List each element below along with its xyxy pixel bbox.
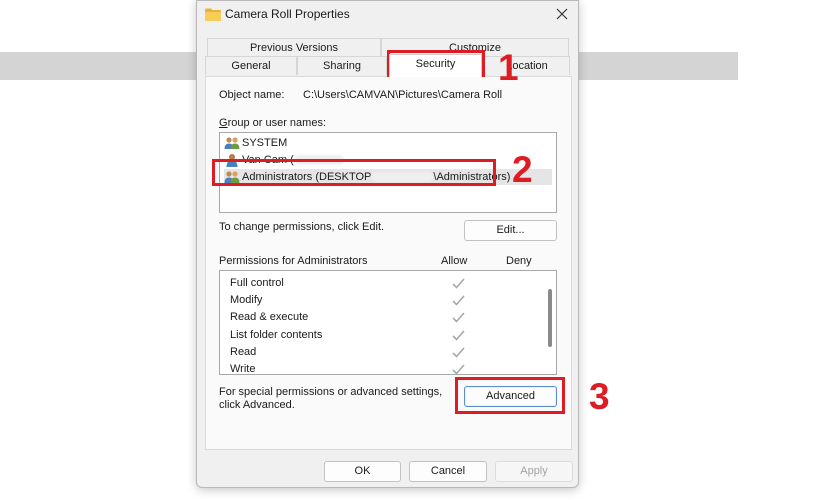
list-item-label-text: Van Cam ( <box>242 154 294 166</box>
permission-row-modify: Modify <box>230 292 530 309</box>
permission-label: Read & execute <box>230 311 309 323</box>
redacted-blur <box>293 155 344 166</box>
tab-label: Security <box>415 58 456 70</box>
tab-general[interactable]: General <box>205 56 297 75</box>
list-item-administrators[interactable]: Administrators (DESKTOP \Administrators) <box>224 169 552 185</box>
permissions-scrollbar[interactable] <box>548 289 552 347</box>
callout-number-3: 3 <box>589 376 610 417</box>
permission-label: Full control <box>230 277 284 289</box>
tab-sharing[interactable]: Sharing <box>297 56 387 75</box>
security-panel: Object name: C:\Users\CAMVAN\Pictures\Ca… <box>205 76 572 450</box>
tab-previous-versions[interactable]: Previous Versions <box>207 38 381 57</box>
permission-row-read: Read <box>230 344 530 361</box>
list-item-label: SYSTEM <box>242 137 288 149</box>
permissions-label: Permissions for Administrators <box>219 255 368 267</box>
permissions-list[interactable]: Full control Modify Read & execute List … <box>219 270 557 375</box>
callout-number-2: 2 <box>512 149 533 190</box>
properties-dialog: Camera Roll Properties Previous Versions… <box>196 0 579 488</box>
close-button[interactable] <box>550 3 574 25</box>
group-names-label-text: roup or user names: <box>227 117 326 129</box>
check-icon <box>452 347 465 358</box>
advanced-button[interactable]: Advanced <box>464 386 557 407</box>
list-item-label: Van Cam ( <box>242 152 344 168</box>
cancel-button-label: Cancel <box>430 465 466 477</box>
edit-button[interactable]: Edit... <box>464 220 557 241</box>
title-bar: Camera Roll Properties <box>197 1 578 29</box>
check-icon <box>452 278 465 289</box>
deny-column-header: Deny <box>506 255 532 267</box>
allow-column-header: Allow <box>441 255 468 267</box>
special-permissions-line2: click Advanced. <box>219 399 295 411</box>
list-item-system[interactable]: SYSTEM <box>224 135 552 151</box>
group-names-label: Group or user names: <box>219 117 326 129</box>
ok-button[interactable]: OK <box>324 461 401 482</box>
check-icon <box>452 312 465 323</box>
list-item-label: Administrators (DESKTOP \Administrators) <box>242 169 510 185</box>
window-title: Camera Roll Properties <box>225 7 350 21</box>
check-icon <box>452 330 465 341</box>
object-name-value: C:\Users\CAMVAN\Pictures\Camera Roll <box>303 89 503 101</box>
tab-label: Customize <box>449 42 501 54</box>
permission-row-full-control: Full control <box>230 275 530 292</box>
permission-label: Read <box>230 346 257 358</box>
redacted-blur <box>371 172 434 183</box>
special-permissions-line1: For special permissions or advanced sett… <box>219 386 443 398</box>
change-permissions-hint: To change permissions, click Edit. <box>219 221 385 233</box>
users-group-icon <box>224 171 240 183</box>
permission-label: Modify <box>230 294 263 306</box>
cancel-button[interactable]: Cancel <box>409 461 487 482</box>
tab-location[interactable]: Location <box>484 56 570 75</box>
users-group-icon <box>224 137 240 149</box>
apply-button-label: Apply <box>520 465 548 477</box>
tab-security[interactable]: Security <box>389 54 482 77</box>
callout-number-1: 1 <box>498 47 519 88</box>
user-icon <box>226 154 238 167</box>
permission-row-list-folder: List folder contents <box>230 327 530 344</box>
tab-label: General <box>231 60 271 72</box>
permission-label: Write <box>230 363 256 375</box>
tab-label: Sharing <box>323 60 361 72</box>
permission-label: List folder contents <box>230 329 323 341</box>
ok-button-label: OK <box>354 465 371 477</box>
object-name-label: Object name: <box>219 89 285 101</box>
list-item-label-prefix: Administrators (DESKTOP <box>242 171 372 183</box>
tab-label: Previous Versions <box>249 42 339 54</box>
apply-button[interactable]: Apply <box>495 461 573 482</box>
group-list[interactable]: SYSTEM Van Cam ( Administrators (DESKTOP… <box>219 132 557 213</box>
permission-row-read-execute: Read & execute <box>230 309 530 326</box>
edit-button-label: Edit... <box>496 224 525 236</box>
close-icon <box>556 8 568 20</box>
check-icon <box>452 364 465 374</box>
list-item-van-cam[interactable]: Van Cam ( <box>224 152 552 168</box>
advanced-button-label: Advanced <box>486 390 535 402</box>
check-icon <box>452 295 465 306</box>
permission-row-write: Write <box>230 361 530 375</box>
list-item-label-suffix: \Administrators) <box>433 171 511 183</box>
folder-icon <box>205 8 221 21</box>
